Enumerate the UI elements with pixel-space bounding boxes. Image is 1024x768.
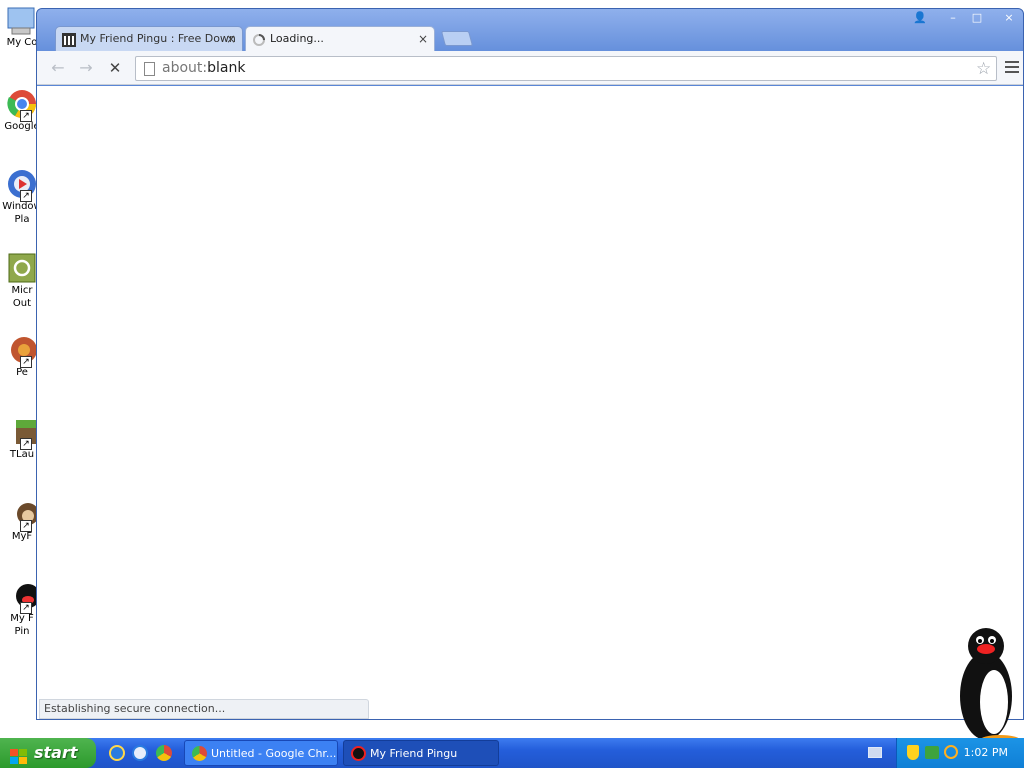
pingu-icon (351, 746, 366, 761)
keyboard-icon[interactable] (868, 747, 882, 758)
tab-close-button[interactable]: × (418, 27, 428, 51)
media-player-icon: ↗ (6, 168, 38, 202)
taskbar-item-chrome[interactable]: Untitled - Google Chr... (184, 740, 338, 766)
new-tab-button[interactable] (440, 31, 474, 46)
maximize-button[interactable]: □ (965, 11, 989, 26)
taskbar-item-label: My Friend Pingu (370, 747, 458, 760)
tab-title: My Friend Pingu : Free Down (80, 32, 236, 45)
archive-icon (62, 32, 76, 47)
browser-titlebar[interactable]: My Friend Pingu : Free Down × Loading...… (37, 9, 1023, 51)
monkey-icon: ↗ (6, 498, 39, 532)
status-bubble: Establishing secure connection... (39, 699, 369, 719)
browser-toolbar: ← → ✕ about:blank ☆ (37, 51, 1023, 85)
close-window-button[interactable]: × (997, 11, 1021, 26)
tab-close-button[interactable]: × (226, 27, 236, 51)
tab-title: Loading... (270, 32, 324, 45)
shortcut-arrow-icon: ↗ (20, 520, 32, 532)
search-icon[interactable] (944, 745, 958, 759)
windows-logo-icon (10, 745, 28, 764)
start-label: start (34, 743, 78, 762)
edit-icon[interactable] (132, 745, 148, 761)
system-tray: 1:02 PM (896, 738, 1024, 768)
taskbar: start Untitled - Google Chr... My Friend… (0, 738, 1024, 768)
tab-my-friend-pingu[interactable]: My Friend Pingu : Free Down × (55, 26, 243, 51)
address-bar[interactable]: about:blank (135, 56, 997, 81)
chrome-icon: ↗ (6, 88, 38, 122)
forward-button[interactable]: → (75, 57, 97, 79)
bookmark-star-icon[interactable]: ☆ (976, 59, 991, 79)
minimize-button[interactable]: – (941, 11, 965, 26)
internet-explorer-icon[interactable] (109, 745, 125, 761)
profile-icon[interactable]: 👤 (908, 11, 932, 26)
pingu-icon: ↗ (6, 580, 40, 614)
page-content[interactable]: Establishing secure connection... (37, 86, 1023, 719)
shortcut-arrow-icon: ↗ (20, 190, 32, 202)
tab-loading[interactable]: Loading... × (245, 26, 435, 51)
address-bar-url: about:blank (162, 60, 246, 76)
page-icon (144, 62, 155, 76)
chrome-icon (192, 746, 207, 761)
loading-spinner-icon (252, 32, 266, 46)
security-shield-icon[interactable] (907, 745, 919, 760)
minecraft-block-icon: ↗ (6, 416, 38, 450)
outlook-icon (6, 252, 38, 284)
chrome-menu-icon[interactable] (1005, 61, 1019, 76)
back-button[interactable]: ← (47, 57, 69, 79)
start-button[interactable]: start (0, 738, 96, 768)
pingu-mascot-image (956, 626, 1024, 746)
clock: 1:02 PM (963, 746, 1008, 759)
shortcut-arrow-icon: ↗ (20, 356, 32, 368)
app-icon: ↗ (6, 334, 38, 368)
shortcut-arrow-icon: ↗ (20, 110, 32, 122)
taskbar-item-label: Untitled - Google Chr... (211, 747, 337, 760)
taskbar-item-my-friend-pingu[interactable]: My Friend Pingu (343, 740, 499, 766)
shortcut-arrow-icon: ↗ (20, 602, 32, 614)
browser-window: My Friend Pingu : Free Down × Loading...… (36, 8, 1024, 720)
chrome-icon[interactable] (156, 745, 172, 761)
shortcut-arrow-icon: ↗ (20, 438, 32, 450)
stop-loading-button[interactable]: ✕ (104, 57, 126, 79)
network-icon[interactable] (925, 746, 939, 759)
computer-icon (6, 4, 38, 36)
